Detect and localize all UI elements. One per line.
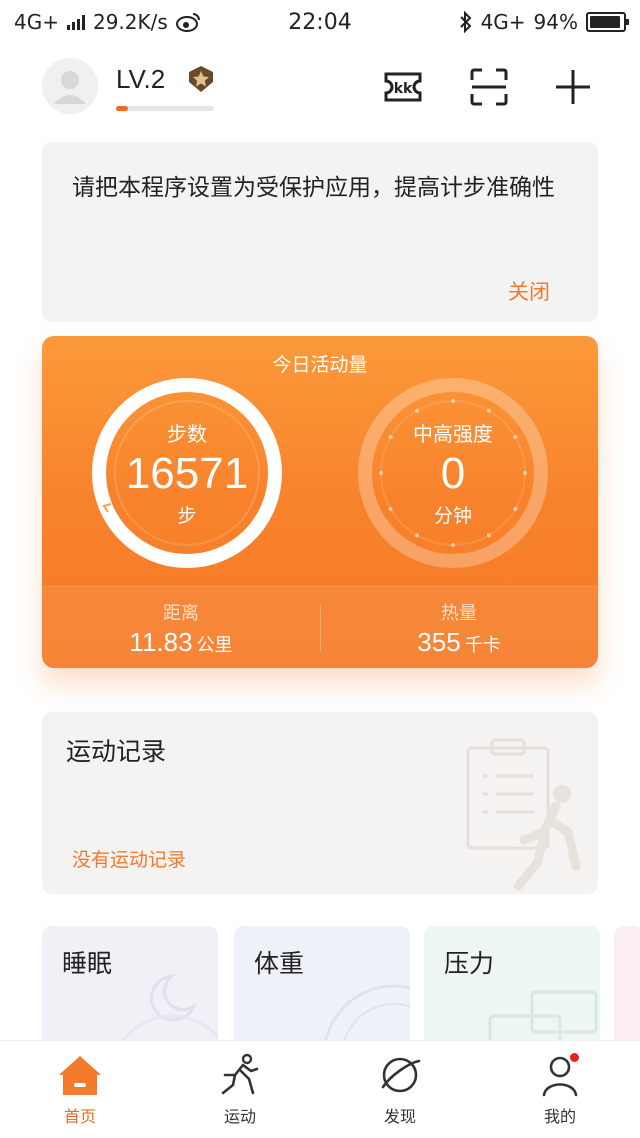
notice-text: 请把本程序设置为受保护应用，提高计步准确性	[72, 175, 555, 201]
level-progress	[116, 106, 214, 111]
network-type-right: 4G+	[480, 10, 526, 34]
activity-stats: 距离 11.83 公里 热量 355 千卡	[42, 586, 598, 668]
notification-dot	[570, 1053, 579, 1062]
nav-home[interactable]: 首页	[0, 1041, 160, 1138]
calories-stat: 热量 355 千卡	[320, 599, 598, 658]
nav-discover[interactable]: 发现	[320, 1041, 480, 1138]
intensity-unit: 分钟	[433, 505, 472, 527]
notice-close-button[interactable]: 关闭	[508, 276, 550, 306]
level-label[interactable]: LV.2	[116, 64, 165, 95]
ring-tick-dot	[415, 408, 419, 413]
exercise-records-card[interactable]: 运动记录 没有运动记录	[42, 712, 598, 894]
steps-block: 步数 16571 步	[86, 418, 288, 528]
weight-title: 体重	[254, 949, 305, 978]
svg-text:kk: kk	[394, 81, 413, 97]
nav-mine-label: 我的	[543, 1107, 576, 1126]
status-right: 4G+ 94%	[459, 10, 629, 34]
nav-mine[interactable]: 我的	[480, 1041, 640, 1138]
ring-tick-dot	[451, 543, 455, 547]
stress-title: 压力	[444, 949, 495, 978]
nav-sport[interactable]: 运动	[160, 1041, 320, 1138]
distance-stat: 距离 11.83 公里	[42, 599, 320, 658]
status-bar: 4G+ 29.2K/s 22:04 4G+ 94%	[0, 0, 640, 44]
next-card-partial[interactable]	[614, 926, 640, 1056]
steps-unit: 步	[177, 505, 197, 527]
sleep-title: 睡眠	[62, 949, 113, 978]
calories-value: 355	[417, 627, 461, 657]
signal-icon	[66, 14, 85, 30]
distance-value-line: 11.83 公里	[42, 627, 320, 658]
records-empty-text: 没有运动记录	[72, 849, 187, 871]
steps-value: 16571	[125, 449, 249, 498]
distance-value: 11.83	[129, 627, 193, 657]
home-icon	[59, 1056, 101, 1095]
calories-value-line: 355 千卡	[320, 627, 598, 658]
level-badge-icon	[189, 66, 213, 92]
kk-icon[interactable]: kk	[382, 66, 424, 108]
runner-icon	[221, 1053, 259, 1095]
nav-sport-label: 运动	[223, 1107, 256, 1126]
distance-label: 距离	[163, 603, 199, 624]
battery-icon	[586, 12, 629, 32]
records-title: 运动记录	[66, 737, 167, 766]
weibo-icon	[175, 13, 200, 32]
level-progress-fill	[116, 106, 128, 111]
bluetooth-icon	[459, 11, 471, 33]
stress-card[interactable]: 压力	[424, 926, 600, 1056]
plus-icon[interactable]	[552, 66, 594, 108]
nav-discover-label: 发现	[383, 1107, 416, 1126]
ring-tick-dot	[415, 533, 419, 538]
ring-tick-dot	[487, 533, 491, 538]
distance-unit: 公里	[196, 635, 233, 655]
network-type: 4G+	[14, 10, 59, 34]
clipboard-runner-icon	[466, 738, 581, 891]
discover-planet-icon	[381, 1057, 421, 1093]
calories-unit: 千卡	[464, 635, 501, 655]
sleep-card[interactable]: 睡眠	[42, 926, 218, 1056]
steps-label: 步数	[167, 422, 207, 446]
bottom-nav: 首页 运动 发现 我的	[0, 1040, 640, 1138]
activity-card[interactable]: 今日活动量 步数 16571 步 中高强度 0 分钟 距离 11.83 公里 热量…	[42, 336, 598, 668]
intensity-value: 0	[440, 449, 466, 498]
battery-fill	[590, 16, 621, 28]
ring-tick-dot	[451, 399, 455, 403]
ring-tick-dot	[487, 408, 491, 413]
user-placeholder-icon	[54, 71, 86, 104]
scan-icon[interactable]	[468, 66, 510, 108]
avatar[interactable]	[42, 58, 98, 114]
battery-percent: 94%	[533, 10, 578, 34]
intensity-label: 中高强度	[413, 422, 493, 446]
header: LV.2 kk	[0, 52, 640, 124]
status-left: 4G+ 29.2K/s	[14, 10, 202, 34]
intensity-block: 中高强度 0 分钟	[352, 418, 554, 528]
nav-home-label: 首页	[63, 1107, 96, 1126]
protected-app-notice: 请把本程序设置为受保护应用，提高计步准确性 关闭	[42, 142, 598, 322]
weight-card[interactable]: 体重	[234, 926, 410, 1056]
calories-label: 热量	[441, 603, 477, 624]
network-speed: 29.2K/s	[92, 10, 168, 34]
